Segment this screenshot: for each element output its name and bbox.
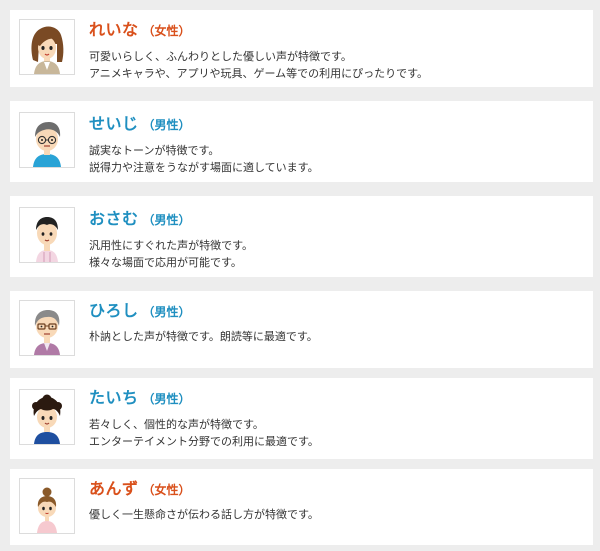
voice-description: 誠実なトーンが特徴です。 説得力や注意をうながす場面に適しています。	[89, 142, 319, 176]
description-line: 若々しく、個性的な声が特徴です。	[89, 418, 264, 431]
voice-card-osamu: おさむ （男性） 汎用性にすぐれた声が特徴です。 様々な場面で応用が可能です。	[10, 196, 593, 277]
voice-name: あんず	[89, 479, 139, 498]
woman-long-hair-avatar-icon	[19, 19, 75, 75]
young-man-avatar-icon	[19, 207, 75, 263]
voice-name-line: あんず （女性）	[89, 478, 191, 501]
voice-name: おさむ	[89, 209, 139, 228]
voice-name-line: れいな （女性）	[89, 19, 191, 42]
man-glasses-avatar-icon	[19, 112, 75, 168]
voice-description: 汎用性にすぐれた声が特徴です。 様々な場面で応用が可能です。	[89, 237, 253, 271]
description-line: 汎用性にすぐれた声が特徴です。	[89, 239, 254, 252]
voice-description: 若々しく、個性的な声が特徴です。 エンターテイメント分野での利用に最適です。	[89, 416, 319, 450]
voice-name: たいち	[89, 388, 139, 407]
girl-topknot-avatar-icon	[19, 478, 75, 534]
voice-description: 可愛いらしく、ふんわりとした優しい声が特徴です。 アニメキャラや、アプリや玩具、…	[89, 48, 428, 82]
voice-card-hiroshi: ひろし （男性） 朴訥とした声が特徴です。朗読等に最適です。	[10, 291, 593, 368]
voice-card-taichi: たいち （男性） 若々しく、個性的な声が特徴です。 エンターテイメント分野での利用…	[10, 378, 593, 459]
voice-name: せいじ	[89, 114, 139, 133]
description-line: 誠実なトーンが特徴です。	[89, 144, 220, 157]
voice-name-line: ひろし （男性）	[89, 300, 191, 323]
voice-name: れいな	[89, 20, 139, 39]
description-line: 朴訥とした声が特徴です。朗読等に最適です。	[89, 330, 318, 343]
description-line: 優しく一生懸命さが伝わる話し方が特徴です。	[89, 508, 319, 521]
voice-description: 優しく一生懸命さが伝わる話し方が特徴です。	[89, 506, 319, 523]
older-man-glasses-avatar-icon	[19, 300, 75, 356]
voice-gender: （女性）	[142, 24, 191, 38]
description-line: エンターテイメント分野での利用に最適です。	[89, 435, 319, 448]
description-line: 様々な場面で応用が可能です。	[89, 256, 242, 269]
voice-card-reina: れいな （女性） 可愛いらしく、ふんわりとした優しい声が特徴です。 アニメキャラや…	[10, 10, 593, 87]
description-line: アニメキャラや、アプリや玩具、ゲーム等での利用にぴったりです。	[89, 67, 429, 80]
voice-description: 朴訥とした声が特徴です。朗読等に最適です。	[89, 328, 318, 345]
voice-gender: （男性）	[142, 118, 191, 132]
voice-name-line: たいち （男性）	[89, 387, 191, 410]
boy-curly-hair-avatar-icon	[19, 389, 75, 445]
voice-name-line: せいじ （男性）	[89, 113, 191, 136]
voice-gender: （男性）	[142, 213, 191, 227]
voice-name: ひろし	[89, 301, 139, 320]
voice-gender: （男性）	[142, 305, 191, 319]
voice-gender: （男性）	[142, 392, 191, 406]
description-line: 可愛いらしく、ふんわりとした優しい声が特徴です。	[89, 50, 352, 63]
voice-name-line: おさむ （男性）	[89, 208, 191, 231]
voice-gender: （女性）	[142, 483, 191, 497]
voice-card-anzu: あんず （女性） 優しく一生懸命さが伝わる話し方が特徴です。	[10, 469, 593, 545]
voice-card-seiji: せいじ （男性） 誠実なトーンが特徴です。 説得力や注意をうながす場面に適していま…	[10, 101, 593, 182]
description-line: 説得力や注意をうながす場面に適しています。	[89, 161, 319, 174]
